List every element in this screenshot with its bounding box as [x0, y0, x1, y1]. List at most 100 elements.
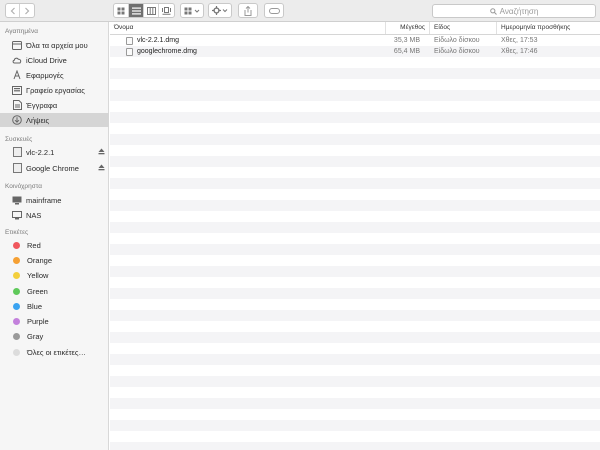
arrange-grid-icon — [184, 7, 200, 14]
empty-row — [110, 200, 600, 211]
cover-flow-icon — [162, 6, 171, 15]
eject-icon[interactable] — [98, 148, 105, 157]
sidebar-item-google-chrome[interactable]: Google Chrome — [0, 161, 109, 175]
column-size-header[interactable]: Μέγεθος — [386, 22, 430, 34]
empty-row — [110, 189, 600, 200]
file-date-added: Χθες, 17:46 — [501, 48, 538, 55]
back-button[interactable] — [6, 4, 21, 17]
sidebar-item-label: iCloud Drive — [26, 55, 67, 65]
list-view-button[interactable] — [129, 4, 144, 17]
sidebar-tag-orange[interactable]: Orange — [0, 253, 109, 267]
sidebar-tag-gray[interactable]: Gray — [0, 329, 109, 343]
file-list: Όνομα Μέγεθος Είδος Ημερομηνία προσθήκης… — [110, 22, 600, 450]
sidebar-item-label: Google Chrome — [26, 163, 79, 173]
column-header: Όνομα Μέγεθος Είδος Ημερομηνία προσθήκης — [110, 22, 600, 35]
empty-row — [110, 354, 600, 365]
sidebar-item-label: Green — [27, 286, 48, 296]
list-icon — [131, 7, 141, 14]
empty-row — [110, 288, 600, 299]
empty-row — [110, 222, 600, 233]
sidebar-tag-green[interactable]: Green — [0, 284, 109, 298]
sidebar-tag-purple[interactable]: Purple — [0, 314, 109, 328]
column-view-button[interactable] — [144, 4, 159, 17]
sidebar-item-label: Όλες οι ετικέτες… — [27, 347, 87, 357]
icon-view-button[interactable] — [114, 4, 129, 17]
empty-row — [110, 255, 600, 266]
sidebar-item-downloads[interactable]: Λήψεις — [0, 113, 109, 127]
sidebar-item-mainframe[interactable]: mainframe — [0, 193, 109, 207]
sidebar-item-vlc[interactable]: vlc-2.2.1 — [0, 145, 109, 159]
file-rows: vlc-2.2.1.dmg 35,3 MB Είδωλο δίσκου Χθες… — [110, 35, 600, 450]
file-size: 35,3 MB — [393, 37, 420, 44]
dmg-file-icon — [126, 48, 133, 56]
empty-row — [110, 431, 600, 442]
search-placeholder: Αναζήτηση — [499, 6, 539, 16]
orange-tag-icon — [13, 256, 20, 264]
gear-icon — [212, 6, 228, 15]
desktop-icon — [12, 85, 22, 95]
sidebar-item-applications[interactable]: Εφαρμογές — [0, 68, 109, 82]
file-date-added: Χθες, 17:53 — [501, 37, 538, 44]
file-size: 65,4 MB — [393, 48, 420, 55]
sidebar-item-label: Gray — [27, 331, 44, 341]
empty-row — [110, 145, 600, 156]
empty-row — [110, 123, 600, 134]
empty-row — [110, 299, 600, 310]
sidebar: Αγαπημένα Όλα τα αρχεία μου iCloud Drive… — [0, 22, 109, 450]
sidebar-item-icloud-drive[interactable]: iCloud Drive — [0, 53, 109, 67]
sidebar-item-label: Έγγραφα — [26, 100, 58, 110]
empty-row — [110, 233, 600, 244]
empty-row — [110, 244, 600, 255]
empty-row — [110, 343, 600, 354]
disk-icon — [12, 163, 22, 173]
sidebar-tag-blue[interactable]: Blue — [0, 299, 109, 313]
table-row[interactable]: vlc-2.2.1.dmg 35,3 MB Είδωλο δίσκου Χθες… — [110, 35, 600, 46]
red-tag-icon — [13, 241, 20, 249]
table-row[interactable]: googlechrome.dmg 65,4 MB Είδωλο δίσκου Χ… — [110, 46, 600, 57]
empty-row — [110, 112, 600, 123]
forward-button[interactable] — [20, 4, 34, 17]
sidebar-tag-all-tags[interactable]: Όλες οι ετικέτες… — [0, 345, 109, 359]
yellow-tag-icon — [13, 271, 20, 279]
empty-row — [110, 134, 600, 145]
empty-row — [110, 266, 600, 277]
arrange-button[interactable] — [180, 3, 204, 18]
sidebar-item-nas[interactable]: NAS — [0, 208, 109, 222]
cover-flow-button[interactable] — [159, 4, 174, 17]
empty-row — [110, 321, 600, 332]
sidebar-item-label: Orange — [27, 255, 53, 265]
empty-row — [110, 211, 600, 222]
column-kind-header[interactable]: Είδος — [430, 22, 497, 34]
chevron-left-icon — [10, 7, 15, 14]
tag-icon — [268, 7, 280, 14]
sidebar-item-label: Εφαρμογές — [26, 70, 64, 80]
sidebar-item-all-my-files[interactable]: Όλα τα αρχεία μου — [0, 38, 109, 52]
edit-tags-button[interactable] — [264, 3, 284, 18]
empty-row — [110, 277, 600, 288]
column-date-header[interactable]: Ημερομηνία προσθήκης — [497, 22, 600, 34]
blue-tag-icon — [13, 302, 20, 310]
sidebar-tag-red[interactable]: Red — [0, 238, 109, 252]
sidebar-tag-yellow[interactable]: Yellow — [0, 268, 109, 282]
downloads-icon — [12, 115, 22, 125]
sidebar-item-desktop[interactable]: Γραφείο εργασίας — [0, 83, 109, 97]
columns-icon — [146, 6, 156, 15]
action-menu-button[interactable] — [208, 3, 232, 18]
sidebar-item-label: Blue — [27, 301, 43, 311]
share-button[interactable] — [238, 3, 258, 18]
empty-row — [110, 57, 600, 68]
gray-tag-icon — [13, 332, 20, 340]
empty-row — [110, 387, 600, 398]
grid-icon — [117, 7, 125, 14]
devices-heading: Συσκευές — [5, 136, 33, 143]
sidebar-item-label: Purple — [27, 316, 49, 326]
all-tags-icon — [13, 348, 20, 356]
search-field[interactable]: Αναζήτηση — [432, 4, 596, 18]
sidebar-item-label: Λήψεις — [26, 115, 50, 125]
tags-heading: Ετικέτες — [5, 229, 29, 236]
column-name-header[interactable]: Όνομα — [110, 22, 386, 34]
empty-row — [110, 365, 600, 376]
chevron-right-icon — [25, 7, 30, 14]
sidebar-item-documents[interactable]: Έγγραφα — [0, 98, 109, 112]
eject-icon[interactable] — [98, 164, 105, 173]
